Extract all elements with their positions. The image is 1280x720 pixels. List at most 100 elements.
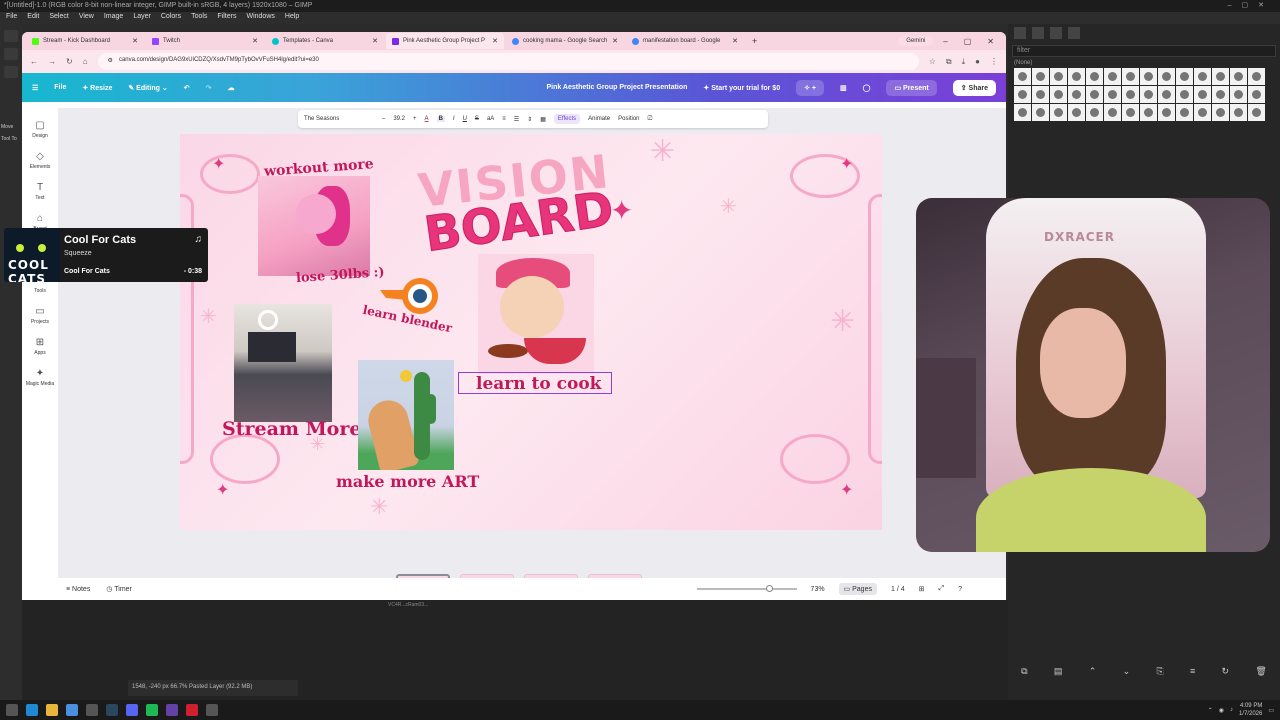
resize-button[interactable]: ✦ Resize (82, 84, 112, 92)
font-dropdown[interactable]: The Seasons (304, 116, 374, 122)
notes-button[interactable]: ≡ Notes (66, 586, 90, 593)
bold-icon[interactable]: B (436, 116, 445, 122)
brush-swatch[interactable] (1068, 104, 1085, 121)
app-icon[interactable] (186, 704, 198, 716)
brush-swatch[interactable] (1050, 86, 1067, 103)
home-icon[interactable]: ⌂ (83, 57, 88, 66)
position-button[interactable]: Position (618, 116, 639, 122)
gimp-menu-windows[interactable]: Windows (246, 13, 274, 23)
wifi-icon[interactable]: ◉ (1219, 707, 1224, 714)
document-tab-icon[interactable] (1068, 27, 1080, 39)
tray-icon[interactable]: ⌃ (1208, 707, 1213, 714)
brush-swatch[interactable] (1122, 68, 1139, 85)
align-icon[interactable]: ≡ (502, 116, 506, 122)
close-tab-icon[interactable]: ✕ (492, 37, 498, 45)
slide-canvas[interactable]: ✦ ✦ ✦ ✦ ✦ ✳ ✳ ✳ ✳ ✳ ✳ VISION BOARD worko… (180, 134, 882, 530)
pattern-tab-icon[interactable] (1032, 27, 1044, 39)
brush-swatch[interactable] (1086, 104, 1103, 121)
brush-swatch[interactable] (1086, 68, 1103, 85)
back-icon[interactable]: ← (30, 57, 38, 66)
case-icon[interactable]: aA (487, 116, 494, 122)
refresh-icon[interactable]: ↻ (1222, 666, 1230, 682)
move-tool-icon[interactable] (4, 30, 18, 42)
cook-caption[interactable]: learn to cook (476, 374, 601, 394)
sidebar-item-elements[interactable]: ◇ Elements (22, 151, 58, 170)
sidebar-item-design[interactable]: ▢ Design (22, 120, 58, 139)
text-color-icon[interactable]: A (425, 116, 429, 122)
brush-swatch[interactable] (1050, 68, 1067, 85)
effects-button[interactable]: Effects (553, 114, 581, 124)
site-info-icon[interactable]: ⚙ (108, 57, 113, 66)
gimp-window-controls[interactable]: –▢✕ (1228, 1, 1274, 9)
settings-icon[interactable]: ≡ (1190, 666, 1195, 682)
gimp-menu-layer[interactable]: Layer (133, 13, 151, 23)
maximize-icon[interactable]: ▢ (964, 37, 972, 46)
brush-swatch[interactable] (1176, 104, 1193, 121)
magic-icon[interactable]: ✧ + (796, 79, 824, 96)
new-tab-button[interactable]: + (746, 36, 763, 46)
reload-icon[interactable]: ↻ (66, 57, 73, 66)
brush-swatch[interactable] (1212, 86, 1229, 103)
search-icon[interactable] (6, 704, 18, 716)
pinkie-pie-image[interactable] (258, 176, 370, 276)
animate-button[interactable]: Animate (588, 116, 610, 122)
gimp-menu-view[interactable]: View (79, 13, 94, 23)
zoom-slider-handle[interactable] (765, 585, 773, 592)
brush-swatch[interactable] (1032, 86, 1049, 103)
brush-swatch[interactable] (1230, 68, 1247, 85)
tab-canva-templates[interactable]: Templates - Canva ✕ (266, 33, 384, 49)
brush-swatch[interactable] (1176, 68, 1193, 85)
discord-icon[interactable] (126, 704, 138, 716)
grid-view-icon[interactable]: ⊞ (919, 585, 925, 593)
font-size-field[interactable]: 39.2 (393, 116, 405, 122)
gimp-menu-select[interactable]: Select (49, 13, 68, 23)
brush-swatch[interactable] (1248, 86, 1265, 103)
spotify-icon[interactable] (146, 704, 158, 716)
url-field[interactable]: ⚙ canva.com/design/DAG9xUiCDZQ/XsdvTM9pTy… (97, 53, 919, 70)
camera-icon[interactable] (86, 704, 98, 716)
notifications-icon[interactable]: ▭ (1268, 707, 1274, 714)
browser-menu-icon[interactable]: ⋮ (990, 57, 998, 66)
obs-icon[interactable] (166, 704, 178, 716)
analytics-icon[interactable]: ▥ (840, 84, 847, 92)
lower-icon[interactable]: ⌄ (1123, 666, 1131, 682)
zoom-slider[interactable] (696, 585, 797, 592)
fullscreen-icon[interactable]: ⤢ (938, 585, 944, 593)
brush-tab-icon[interactable] (1014, 27, 1026, 39)
brush-swatch[interactable] (1104, 104, 1121, 121)
brush-swatch[interactable] (1032, 68, 1049, 85)
volume-icon[interactable]: ♪ (1230, 707, 1233, 713)
new-brush-icon[interactable]: ▤ (1054, 666, 1063, 682)
document-title[interactable]: Pink Aesthetic Group Project Presentatio… (546, 84, 687, 91)
brush-swatch[interactable] (1014, 86, 1031, 103)
tab-twitch[interactable]: Twitch ✕ (146, 33, 264, 49)
close-tab-icon[interactable]: ✕ (252, 37, 258, 45)
gimp-menu-file[interactable]: File (6, 13, 17, 23)
close-tab-icon[interactable]: ✕ (372, 37, 378, 45)
brush-swatch[interactable] (1140, 68, 1157, 85)
delete-icon[interactable]: 🗑 (1255, 666, 1266, 682)
brush-swatch[interactable] (1086, 86, 1103, 103)
timer-button[interactable]: ◷ Timer (106, 585, 132, 593)
close-tab-icon[interactable]: ✕ (732, 37, 738, 45)
brush-swatch[interactable] (1158, 86, 1175, 103)
art-painting-image[interactable] (358, 360, 454, 470)
cooking-mama-image[interactable] (478, 254, 594, 374)
duplicate-brush-icon[interactable]: ⧉ (1021, 666, 1027, 682)
close-window-icon[interactable]: ✕ (987, 37, 994, 46)
forward-icon[interactable]: → (48, 57, 56, 66)
gemini-button[interactable]: Gemini (898, 36, 934, 46)
brush-filter-input[interactable]: filter (1012, 45, 1276, 57)
brush-swatch[interactable] (1194, 104, 1211, 121)
pages-button[interactable]: ▭ Pages (838, 583, 877, 595)
help-icon[interactable]: ? (958, 586, 962, 593)
gimp-menu-filters[interactable]: Filters (217, 13, 236, 23)
browser-icon[interactable] (66, 704, 78, 716)
brush-swatch[interactable] (1014, 104, 1031, 121)
raise-icon[interactable]: ⌃ (1089, 666, 1097, 682)
tab-kick[interactable]: Stream - Kick Dashboard ✕ (26, 33, 144, 49)
brush-swatch[interactable] (1176, 86, 1193, 103)
transparency-icon[interactable]: ▦ (540, 116, 546, 123)
close-tab-icon[interactable]: ✕ (612, 37, 618, 45)
bookmark-star-icon[interactable]: ☆ (929, 57, 936, 66)
